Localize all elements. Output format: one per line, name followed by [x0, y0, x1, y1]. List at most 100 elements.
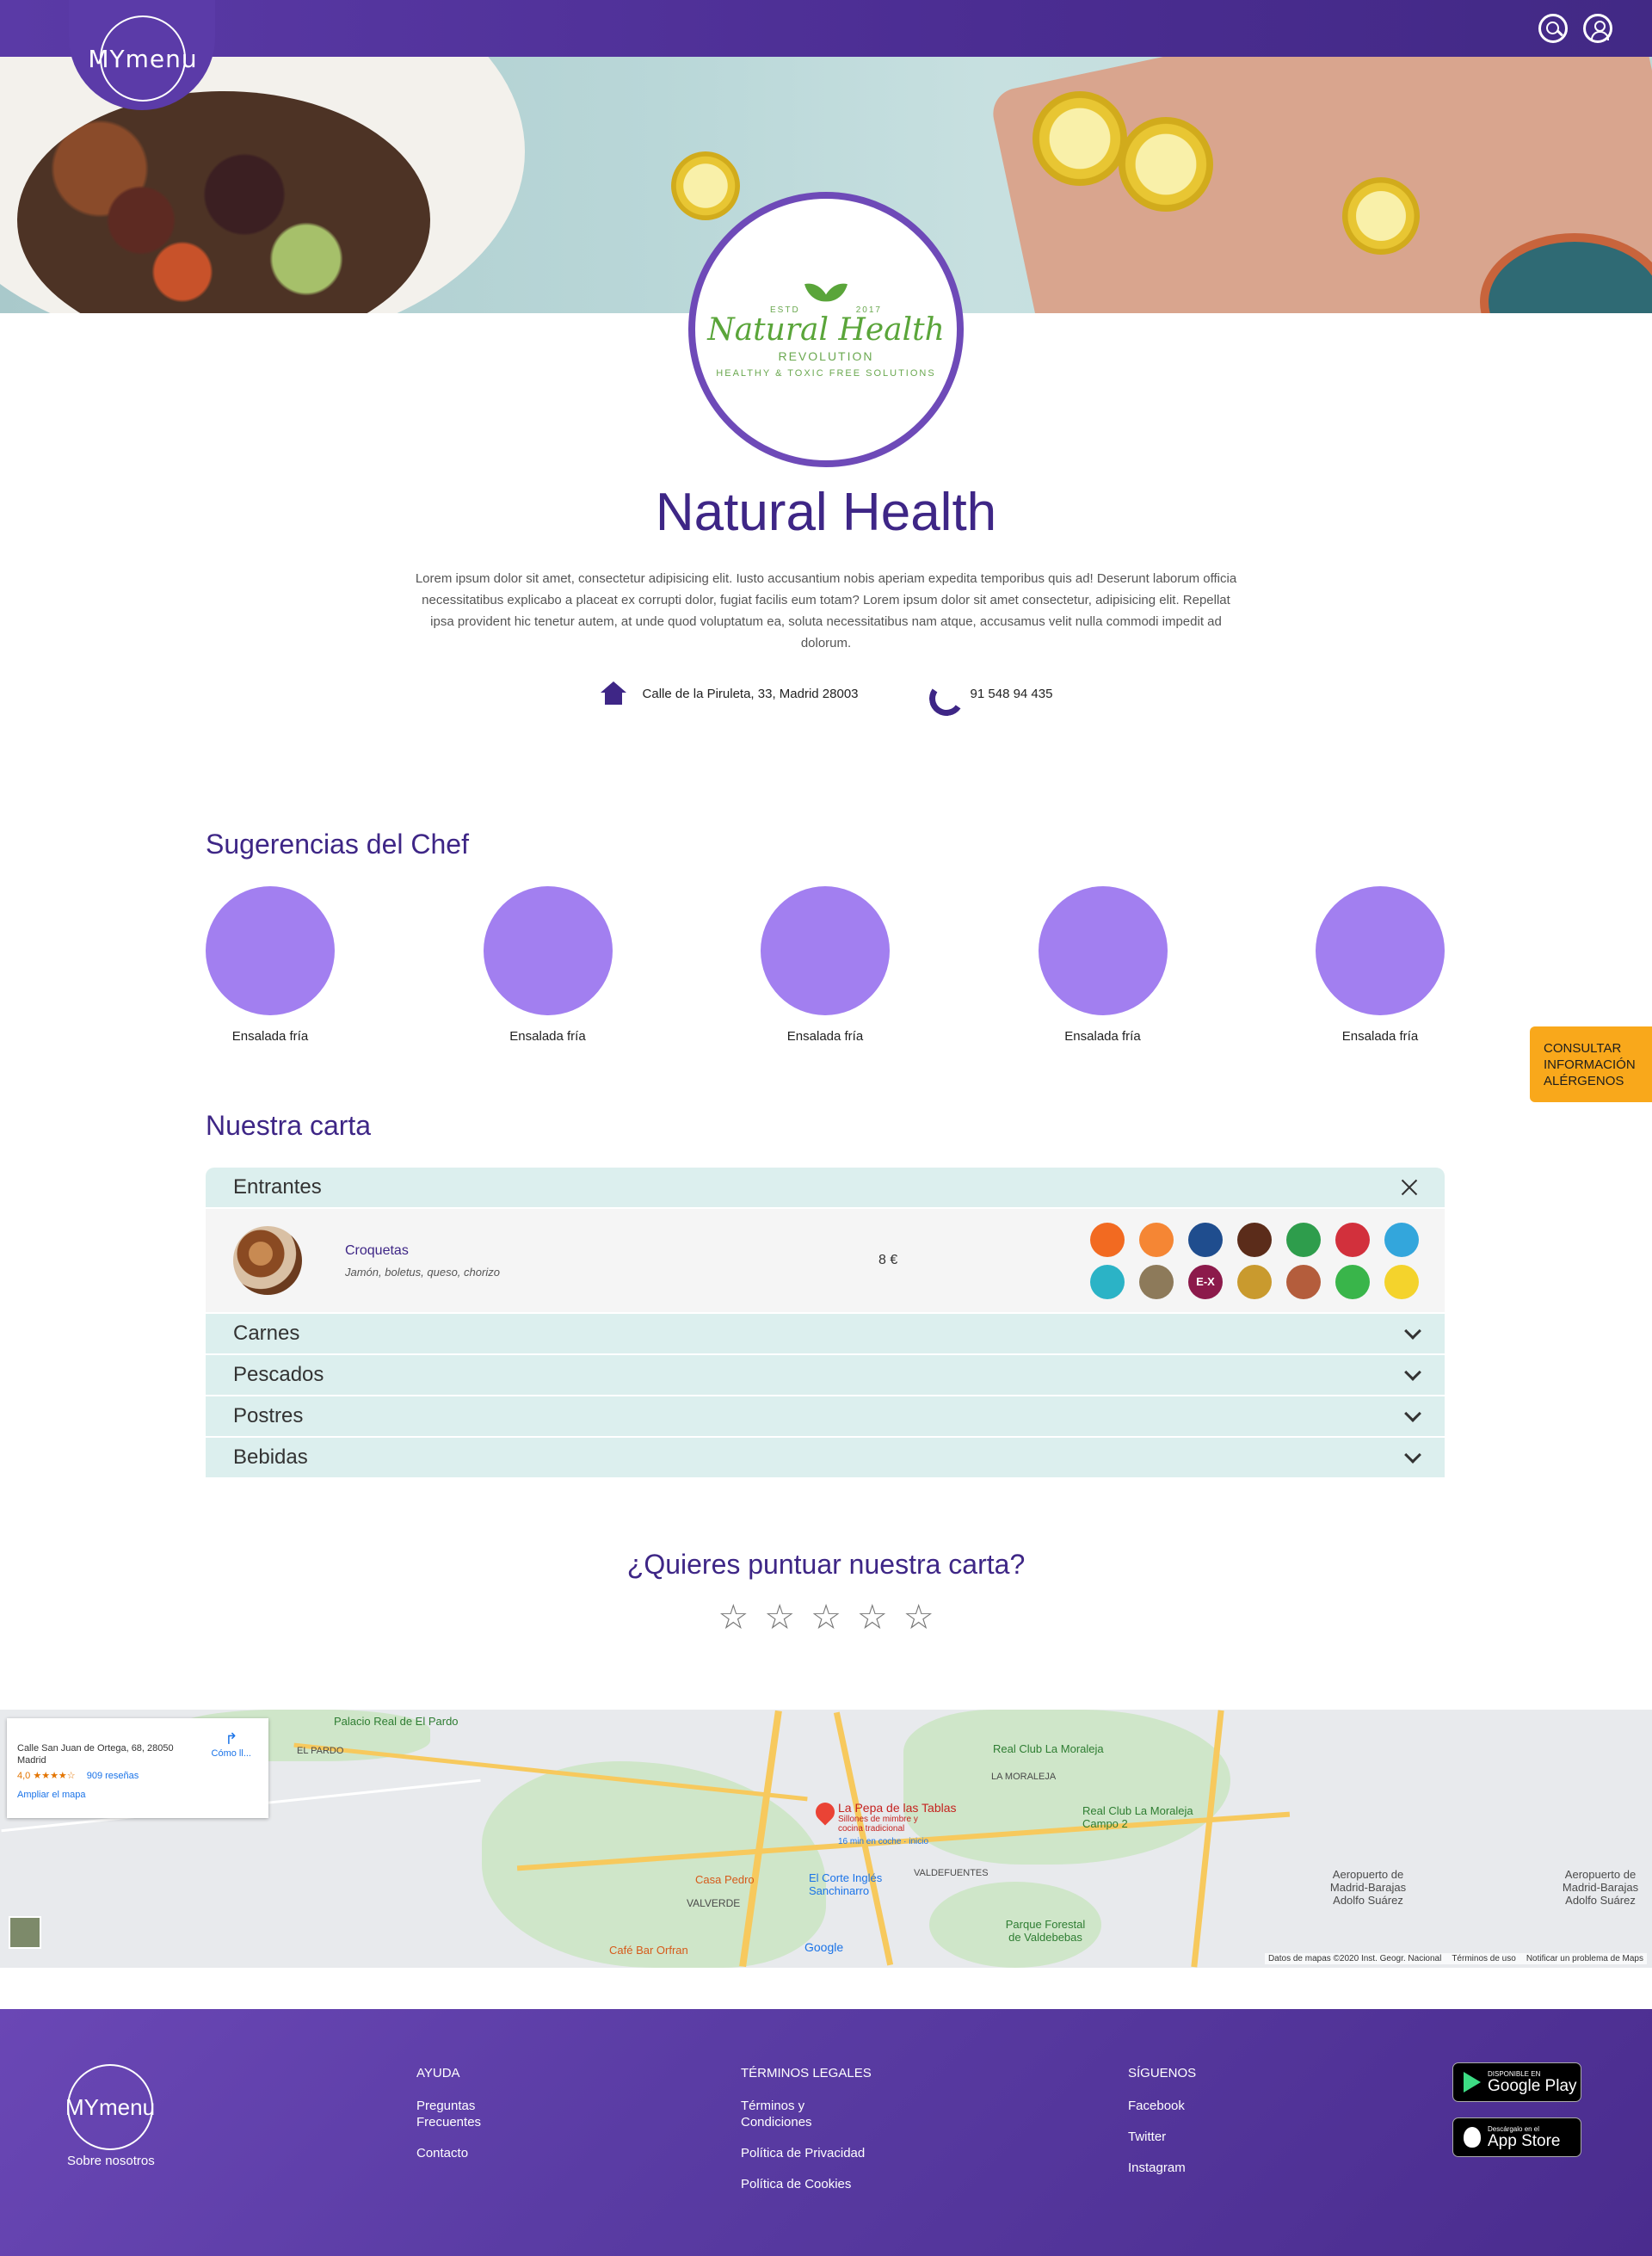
- chef-item[interactable]: Ensalada fría: [483, 886, 613, 1044]
- footer-col-legal: TÉRMINOS LEGALES Términos y Condiciones …: [741, 2066, 872, 2207]
- directions-label: Cómo ll...: [211, 1748, 251, 1759]
- terms-link[interactable]: Términos y Condiciones: [741, 2098, 835, 2130]
- allergen-icon[interactable]: [1384, 1222, 1419, 1257]
- facebook-link[interactable]: Facebook: [1128, 2098, 1196, 2114]
- allergen-icon[interactable]: [1090, 1264, 1125, 1299]
- satellite-toggle[interactable]: [9, 1916, 41, 1949]
- allergen-info-button[interactable]: CONSULTAR INFORMACIÓN ALÉRGENOS: [1530, 1026, 1652, 1102]
- chef-section-title: Sugerencias del Chef: [206, 829, 469, 860]
- cookies-link[interactable]: Política de Cookies: [741, 2176, 872, 2192]
- map-pin-icon[interactable]: [811, 1798, 839, 1826]
- star-icon[interactable]: ☆: [764, 1600, 795, 1635]
- footer-logo[interactable]: MYmenu: [65, 2064, 155, 2150]
- logo-brand: Natural Health: [707, 311, 945, 348]
- phone-text: 91 548 94 435: [970, 686, 1053, 701]
- google-play-badge[interactable]: DISPONIBLE EN Google Play: [1452, 2062, 1581, 2102]
- place-rating: 4,0 ★★★★☆ 909 reseñas: [17, 1770, 260, 1781]
- accordion-label: Postres: [233, 1404, 304, 1427]
- allergen-icon[interactable]: [1286, 1222, 1321, 1257]
- map-label: El Corte Inglés Sanchinarro: [809, 1871, 883, 1897]
- restaurant-logo: ESTD 2017 Natural Health REVOLUTION HEAL…: [688, 192, 964, 467]
- expand-map-link[interactable]: Ampliar el mapa: [17, 1790, 260, 1800]
- allergen-icon[interactable]: [1188, 1222, 1223, 1257]
- dish-image[interactable]: [1038, 886, 1168, 1015]
- google-logo: Google: [804, 1940, 844, 1954]
- accordion-header-bebidas[interactable]: Bebidas: [206, 1438, 1445, 1479]
- close-icon[interactable]: [1400, 1178, 1419, 1197]
- allergen-icon[interactable]: [1335, 1264, 1370, 1299]
- chef-item[interactable]: Ensalada fría: [206, 886, 335, 1044]
- map-terms-link[interactable]: Términos de uso: [1452, 1954, 1515, 1963]
- allergen-icon[interactable]: [1237, 1264, 1272, 1299]
- dish-image[interactable]: [206, 886, 335, 1015]
- menu-accordion: Entrantes Croquetas Jamón, boletus, ques…: [206, 1168, 1445, 1479]
- about-link[interactable]: Sobre nosotros: [67, 2154, 155, 2168]
- map-label: Real Club La Moraleja Campo 2: [1082, 1804, 1193, 1830]
- badge-big-text: App Store: [1488, 2132, 1561, 2150]
- allergen-tab-line: ALÉRGENOS: [1544, 1074, 1624, 1088]
- location-map[interactable]: Palacio Real de El Pardo EL PARDO Real C…: [0, 1710, 1652, 1968]
- dish-text: Croquetas Jamón, boletus, queso, chorizo: [345, 1243, 878, 1279]
- lemon-decoration: [1342, 177, 1420, 255]
- star-icon[interactable]: ☆: [857, 1600, 888, 1635]
- star-icon[interactable]: ☆: [903, 1600, 934, 1635]
- map-label: EL PARDO: [297, 1746, 344, 1756]
- map-label: Palacio Real de El Pardo: [334, 1715, 459, 1728]
- instagram-link[interactable]: Instagram: [1128, 2160, 1196, 2176]
- allergen-icon[interactable]: [1139, 1222, 1174, 1257]
- allergen-icon[interactable]: [1335, 1222, 1370, 1257]
- footer: MYmenu Sobre nosotros AYUDA Preguntas Fr…: [0, 2009, 1652, 2256]
- accordion-header-pescados[interactable]: Pescados: [206, 1355, 1445, 1396]
- allergen-icon[interactable]: [1090, 1222, 1125, 1257]
- star-icon[interactable]: ☆: [718, 1600, 749, 1635]
- app-store-badge[interactable]: Descárgalo en el App Store: [1452, 2117, 1581, 2157]
- dish-image[interactable]: [483, 886, 613, 1015]
- allergen-icon[interactable]: [1237, 1222, 1272, 1257]
- phone-item[interactable]: 91 548 94 435: [928, 680, 1053, 707]
- footer-col-title: TÉRMINOS LEGALES: [741, 2066, 872, 2080]
- map-label: Casa Pedro: [695, 1873, 755, 1886]
- logo-text: MYmenu: [88, 44, 198, 73]
- chef-item[interactable]: Ensalada fría: [1038, 886, 1168, 1044]
- allergen-icon[interactable]: [1139, 1264, 1174, 1299]
- search-icon[interactable]: [1538, 14, 1568, 43]
- accordion-label: Entrantes: [233, 1175, 322, 1199]
- chef-item[interactable]: Ensalada fría: [761, 886, 890, 1044]
- chef-item-label: Ensalada fría: [1064, 1029, 1141, 1044]
- map-report-link[interactable]: Notificar un problema de Maps: [1526, 1954, 1643, 1963]
- contact-link[interactable]: Contacto: [416, 2145, 494, 2161]
- map-label: Aeropuerto de Madrid-Barajas Adolfo Suár…: [1329, 1868, 1407, 1907]
- chef-item-label: Ensalada fría: [509, 1029, 586, 1044]
- allergen-icon[interactable]: [1286, 1264, 1321, 1299]
- restaurant-name: Natural Health: [655, 483, 997, 542]
- app-store-text: Descárgalo en el App Store: [1488, 2125, 1561, 2149]
- rating-title: ¿Quieres puntuar nuestra carta?: [626, 1549, 1026, 1580]
- dish-row[interactable]: Croquetas Jamón, boletus, queso, chorizo…: [206, 1209, 1445, 1314]
- dish-thumbnail: [233, 1226, 302, 1295]
- star-icon[interactable]: ☆: [811, 1600, 841, 1635]
- badge-big-text: Google Play: [1488, 2077, 1577, 2095]
- chef-item-label: Ensalada fría: [231, 1029, 309, 1044]
- dish-image[interactable]: [1316, 886, 1445, 1015]
- mymenu-logo[interactable]: MYmenu: [88, 15, 197, 102]
- allergen-icon[interactable]: [1384, 1264, 1419, 1299]
- accordion-label: Bebidas: [233, 1445, 308, 1469]
- accordion-header-postres[interactable]: Postres: [206, 1396, 1445, 1438]
- address-text: Calle de la Piruleta, 33, Madrid 28003: [642, 686, 859, 701]
- twitter-link[interactable]: Twitter: [1128, 2129, 1196, 2145]
- accordion-header-carnes[interactable]: Carnes: [206, 1314, 1445, 1355]
- map-label: VALVERDE: [687, 1897, 741, 1909]
- map-label: La Pepa de las Tablas: [838, 1801, 957, 1815]
- accordion-header-entrantes[interactable]: Entrantes: [206, 1168, 1445, 1209]
- allergen-icon[interactable]: E-X: [1188, 1264, 1223, 1299]
- map-label: Café Bar Orfran: [609, 1944, 688, 1957]
- faq-link[interactable]: Preguntas Frecuentes: [416, 2098, 494, 2130]
- privacy-link[interactable]: Política de Privacidad: [741, 2145, 872, 2161]
- place-address: Calle San Juan de Ortega, 68, 28050 Madr…: [17, 1743, 174, 1766]
- map-footer-data: Datos de mapas ©2020 Inst. Geogr. Nacion…: [1267, 1954, 1442, 1963]
- directions-link[interactable]: ↱ Cómo ll...: [212, 1730, 251, 1759]
- user-icon[interactable]: [1583, 14, 1612, 43]
- chef-item[interactable]: Ensalada fría: [1316, 886, 1445, 1044]
- dish-image[interactable]: [761, 886, 890, 1015]
- place-reviews-link[interactable]: 909 reseñas: [87, 1771, 139, 1781]
